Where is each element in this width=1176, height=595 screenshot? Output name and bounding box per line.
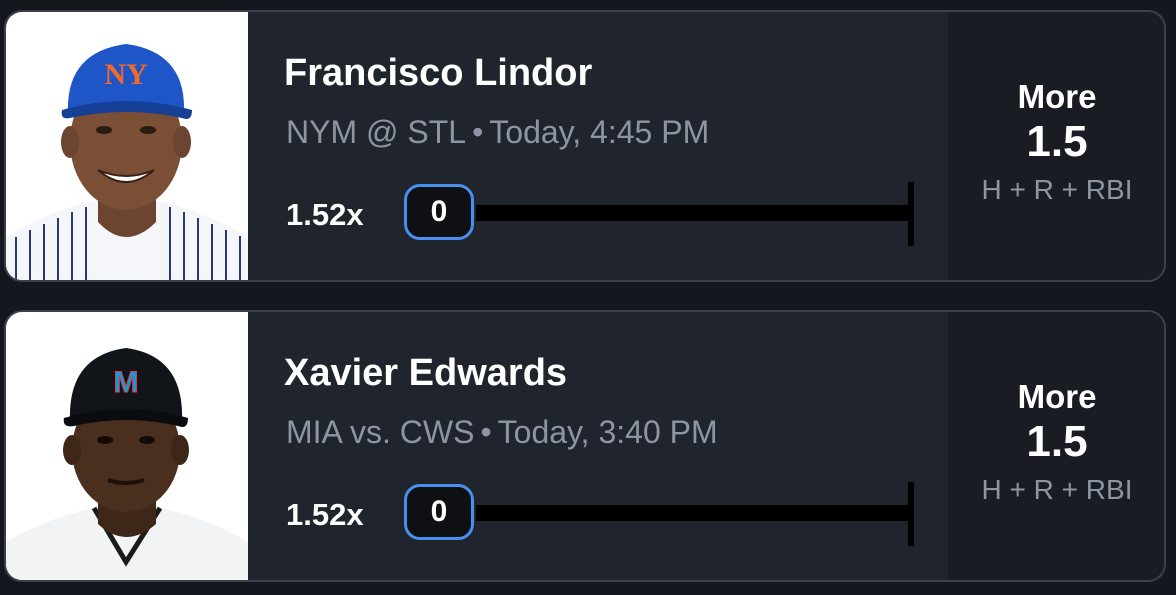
game-time: Today, 3:40 PM (497, 414, 718, 450)
pick-direction: More (1017, 78, 1097, 115)
player-name: Xavier Edwards (284, 352, 568, 394)
current-value-badge: 0 (404, 184, 474, 240)
payout-multiplier: 1.52x (286, 497, 364, 532)
game-info: MIA vs. CWS • Today, 3:40 PM (286, 414, 718, 451)
marlins-logo-icon: M (114, 366, 139, 399)
player-name: Francisco Lindor (284, 52, 593, 94)
progress-track-end (908, 482, 914, 546)
pick-line: 1.5 (1026, 117, 1088, 166)
pick-direction: More (1017, 378, 1097, 415)
separator-dot: • (480, 414, 492, 450)
game-info: NYM @ STL • Today, 4:45 PM (286, 114, 709, 151)
pick-card-lindor[interactable]: NY Francisco Lindor NYM @ STL • Today, 4:4… (4, 10, 1166, 282)
pick-selection-panel[interactable]: More 1.5 H + R + RBI (948, 312, 1164, 580)
progress-track (476, 205, 912, 221)
player-headshot: NY (6, 12, 248, 280)
mets-logo-icon: NY (104, 58, 148, 91)
pick-stat-type: H + R + RBI (981, 174, 1133, 205)
progress-track (476, 505, 912, 521)
pick-stat-type: H + R + RBI (981, 474, 1133, 505)
pick-line: 1.5 (1026, 417, 1088, 466)
progress-track-end (908, 182, 914, 246)
matchup: MIA vs. CWS (286, 414, 475, 450)
pick-selection-panel[interactable]: More 1.5 H + R + RBI (948, 12, 1164, 280)
payout-multiplier: 1.52x (286, 197, 364, 232)
separator-dot: • (472, 114, 484, 150)
game-time: Today, 4:45 PM (489, 114, 710, 150)
player-headshot: M (6, 312, 248, 580)
pick-card-edwards[interactable]: M Xavier Edwards MIA vs. CWS • Today, 3:40… (4, 310, 1166, 582)
current-value-badge: 0 (404, 484, 474, 540)
matchup: NYM @ STL (286, 114, 467, 150)
